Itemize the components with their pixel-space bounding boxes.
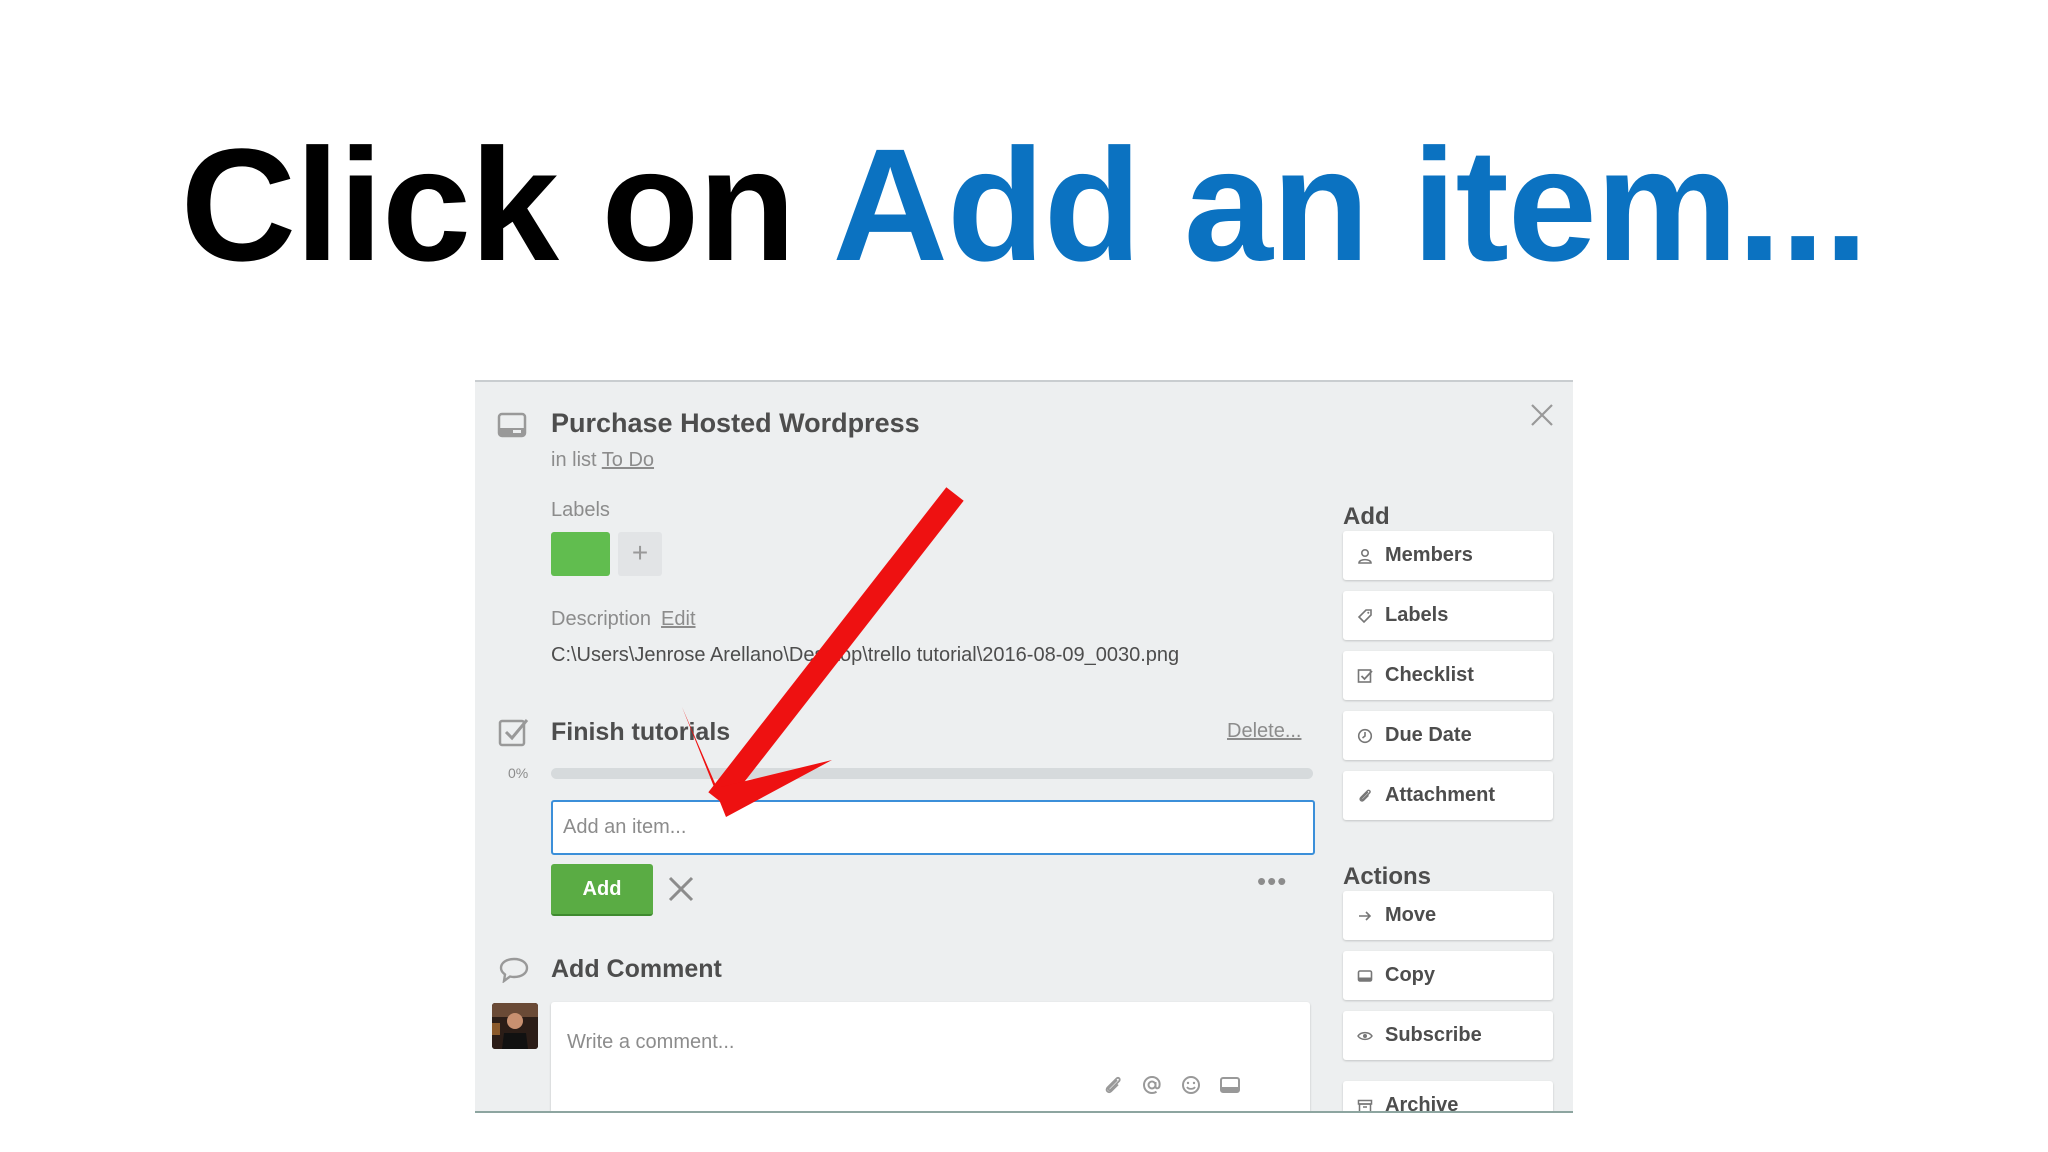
add-comment-heading: Add Comment	[551, 955, 722, 983]
tag-icon	[1357, 608, 1372, 623]
sidebar-attachment-label: Attachment	[1385, 784, 1496, 806]
description-text: C:\Users\Jenrose Arellano\Desktop\trello…	[551, 644, 1180, 666]
sidebar-labels-button[interactable]: Labels	[1343, 591, 1553, 640]
card-icon	[1357, 969, 1373, 982]
paperclip-icon	[1359, 789, 1371, 802]
sidebar-members-button[interactable]: Members	[1343, 531, 1553, 580]
card-detail-screenshot: Purchase Hosted Wordpress in list To Do …	[475, 380, 1573, 1113]
sidebar-move-label: Move	[1385, 904, 1437, 926]
sidebar-due-date-label: Due Date	[1385, 724, 1472, 746]
eye-icon	[1357, 1031, 1373, 1040]
sidebar-subscribe-button[interactable]: Subscribe	[1343, 1011, 1553, 1060]
sidebar-archive-button[interactable]: Archive	[1343, 1081, 1553, 1113]
sidebar-due-date-button[interactable]: Due Date	[1343, 711, 1553, 760]
description-heading: Description Edit	[551, 608, 696, 631]
user-avatar	[492, 1003, 538, 1049]
add-item-button[interactable]: Add	[551, 864, 653, 916]
sidebar-members-label: Members	[1385, 544, 1473, 566]
sidebar-attachment-button[interactable]: Attachment	[1343, 771, 1553, 820]
sidebar-checklist-label: Checklist	[1385, 664, 1474, 686]
sidebar-add-heading: Add	[1343, 503, 1390, 530]
slide-title: Click on Add an item...	[0, 125, 2048, 285]
checklist-progress-bar	[551, 768, 1313, 779]
slide-title-highlight: Add an item...	[832, 115, 1868, 294]
label-green[interactable]	[551, 532, 610, 576]
in-list-line: in list To Do	[551, 449, 654, 472]
checklist-icon	[498, 719, 529, 747]
checklist-title[interactable]: Finish tutorials	[551, 718, 730, 747]
card-link-icon[interactable]	[1219, 1074, 1241, 1096]
add-label-button[interactable]: +	[618, 532, 662, 576]
sidebar-move-button[interactable]: Move	[1343, 891, 1553, 940]
checklist-delete-link[interactable]: Delete...	[1227, 720, 1301, 743]
checklist-options-button[interactable]: •••	[1257, 866, 1287, 897]
sidebar-copy-button[interactable]: Copy	[1343, 951, 1553, 1000]
cancel-add-item-icon[interactable]	[666, 874, 696, 904]
attachment-icon[interactable]	[1102, 1074, 1124, 1096]
close-icon[interactable]	[1529, 402, 1555, 428]
card-title[interactable]: Purchase Hosted Wordpress	[551, 408, 920, 439]
emoji-icon[interactable]	[1180, 1074, 1202, 1096]
sidebar-labels-label: Labels	[1385, 604, 1449, 626]
arrow-right-icon	[1359, 910, 1372, 921]
sidebar-archive-label: Archive	[1385, 1094, 1459, 1113]
card-icon	[497, 412, 527, 438]
checkbox-icon	[1357, 668, 1373, 683]
add-item-input[interactable]	[551, 800, 1315, 855]
sidebar-actions-heading: Actions	[1343, 863, 1432, 890]
list-link[interactable]: To Do	[602, 449, 654, 471]
sidebar-copy-label: Copy	[1385, 964, 1435, 986]
in-list-prefix: in list	[551, 449, 602, 471]
slide-title-prefix: Click on	[180, 115, 833, 294]
clock-icon	[1357, 728, 1373, 743]
mention-icon[interactable]	[1141, 1074, 1163, 1096]
comment-bubble-icon	[499, 957, 529, 983]
comment-box	[551, 1002, 1310, 1111]
person-icon	[1358, 548, 1372, 564]
comment-input[interactable]	[551, 1002, 1310, 1082]
sidebar-checklist-button[interactable]: Checklist	[1343, 651, 1553, 700]
description-heading-label: Description	[551, 608, 652, 630]
labels-heading: Labels	[551, 499, 610, 521]
checklist-progress-label: 0%	[508, 765, 529, 781]
archive-icon	[1357, 1099, 1373, 1111]
sidebar-subscribe-label: Subscribe	[1385, 1024, 1482, 1046]
description-edit-link[interactable]: Edit	[661, 608, 695, 630]
